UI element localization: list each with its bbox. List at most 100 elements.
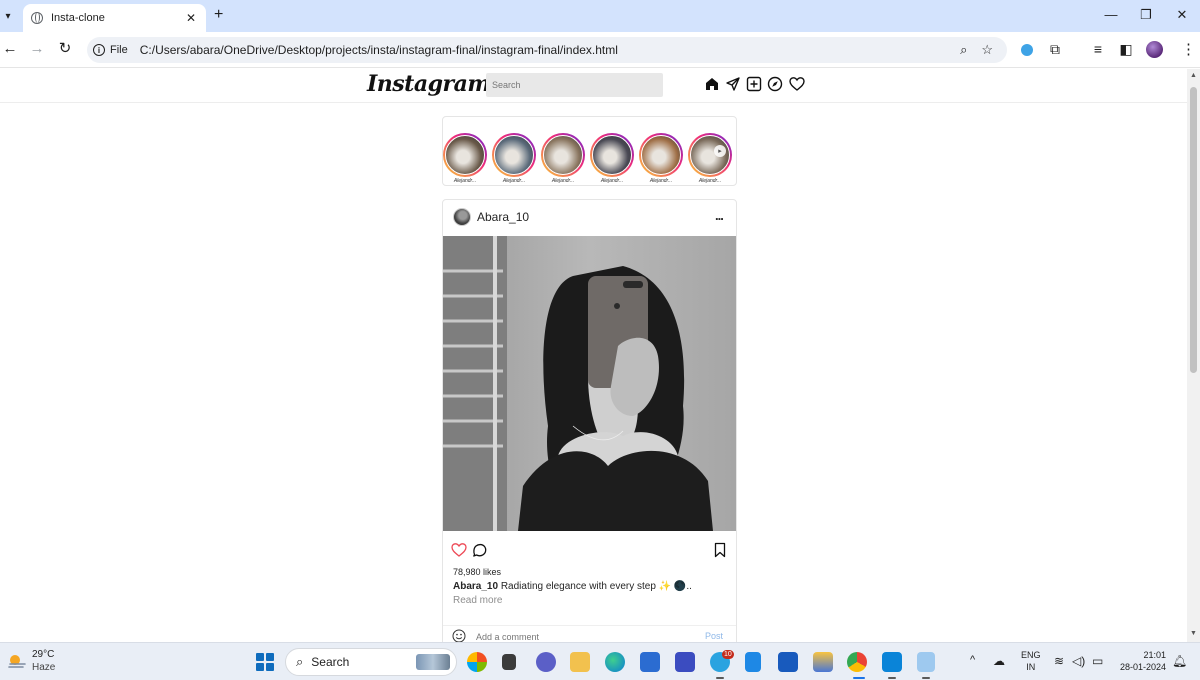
story-name: Alejandr...	[698, 178, 722, 184]
visual-studio-icon[interactable]	[675, 652, 695, 672]
scroll-up-icon[interactable]: ▲	[1190, 72, 1197, 79]
info-icon[interactable]: i	[93, 44, 105, 56]
running-indicator	[888, 677, 896, 679]
copilot-icon[interactable]	[467, 652, 487, 672]
extensions-puzzle-icon[interactable]: ⧉	[1046, 41, 1064, 58]
start-button[interactable]	[256, 653, 274, 671]
instagram-logo[interactable]: Instagram	[367, 71, 491, 97]
read-more-link[interactable]: Read more	[453, 595, 502, 606]
clock[interactable]: 21:01 28-01-2024	[1118, 649, 1166, 673]
story-name: Alejandr...	[502, 178, 526, 184]
heart-icon[interactable]	[789, 76, 805, 92]
zoom-icon[interactable]: ⌕	[960, 42, 967, 58]
store-icon[interactable]	[640, 652, 660, 672]
weather-haze-icon[interactable]	[7, 651, 27, 671]
notification-bell-icon[interactable]: 🔔︎	[1172, 654, 1187, 668]
more-options-icon[interactable]: ...	[715, 208, 724, 223]
minimize-icon[interactable]: —	[1104, 7, 1118, 22]
snipping-tool-icon[interactable]	[917, 652, 935, 672]
address-bar[interactable]: i File C:/Users/abara/OneDrive/Desktop/p…	[87, 37, 1007, 63]
extension-icon[interactable]	[1021, 44, 1033, 56]
story-avatar	[641, 135, 681, 175]
edge-icon[interactable]	[605, 652, 625, 672]
task-view-icon[interactable]	[502, 654, 516, 670]
weather-temperature[interactable]: 29°C	[32, 649, 54, 660]
reload-icon[interactable]: ↻	[57, 41, 73, 57]
post-card: Abara_10 ... 78,980 likes Abara_10 Radia…	[442, 199, 737, 642]
search-highlight-image	[416, 654, 450, 670]
weather-condition[interactable]: Haze	[32, 662, 55, 673]
restore-icon[interactable]: ❐	[1139, 7, 1153, 23]
scroll-down-icon[interactable]: ▼	[1190, 630, 1197, 637]
comment-icon[interactable]	[472, 542, 488, 558]
onedrive-icon[interactable]: ☁	[993, 654, 1005, 668]
new-post-icon[interactable]	[746, 76, 762, 92]
notification-badge: 10	[722, 650, 734, 659]
scheme-label: File	[110, 44, 128, 56]
save-bookmark-icon[interactable]	[712, 542, 728, 558]
explore-icon[interactable]	[767, 76, 783, 92]
file-explorer-icon[interactable]	[570, 652, 590, 672]
clock-date: 28-01-2024	[1119, 662, 1166, 672]
close-tab-icon[interactable]: ✕	[184, 11, 198, 25]
story-item[interactable]: Alejandr...	[492, 133, 536, 184]
story-item[interactable]: Alejandr...	[688, 133, 732, 184]
home-icon[interactable]	[704, 76, 720, 92]
story-item[interactable]: Alejandr...	[443, 133, 487, 184]
profile-avatar[interactable]	[1146, 41, 1163, 58]
tab-search-chevron-icon[interactable]: ▾	[0, 8, 16, 24]
post-image[interactable]	[443, 236, 736, 531]
bookmark-star-icon[interactable]: ☆	[981, 42, 993, 58]
story-avatar	[543, 135, 583, 175]
volume-icon[interactable]: ◁)	[1072, 654, 1085, 668]
forward-icon[interactable]: →	[29, 41, 45, 57]
search-input[interactable]	[486, 73, 663, 97]
teams-chat-icon[interactable]	[536, 652, 556, 672]
comment-input[interactable]	[476, 629, 696, 642]
comment-bar: Post	[443, 625, 736, 642]
story-avatar	[494, 135, 534, 175]
browser-menu-icon[interactable]: ⋮	[1181, 40, 1196, 58]
story-item[interactable]: Alejandr...	[590, 133, 634, 184]
battery-icon[interactable]: ▭	[1092, 654, 1103, 668]
paint-app-icon[interactable]	[813, 652, 833, 672]
window-close-icon[interactable]: ✕	[1175, 7, 1189, 23]
taskbar-search[interactable]: ⌕ Search	[285, 648, 457, 676]
story-name: Alejandr...	[453, 178, 477, 184]
tab-strip: ▾ Insta-clone ✕ + — ❐ ✕	[0, 0, 1200, 32]
post-comment-button[interactable]: Post	[705, 631, 723, 641]
post-avatar[interactable]	[453, 208, 471, 226]
back-icon[interactable]: ←	[2, 41, 18, 57]
post-actions	[443, 542, 736, 562]
post-caption: Abara_10 Radiating elegance with every s…	[453, 580, 718, 608]
post-username[interactable]: Abara_10	[477, 210, 529, 224]
search-icon: ⌕	[296, 654, 304, 669]
story-item[interactable]: Alejandr...	[639, 133, 683, 184]
page-scrollbar[interactable]: ▲ ▼	[1187, 69, 1200, 642]
browser-tab[interactable]: Insta-clone ✕	[23, 4, 206, 32]
story-item[interactable]: Alejandr...	[541, 133, 585, 184]
story-avatar	[592, 135, 632, 175]
globe-icon	[31, 12, 43, 24]
language-indicator[interactable]: ENG IN	[1021, 649, 1041, 673]
send-icon[interactable]	[725, 76, 741, 92]
url-text[interactable]: C:/Users/abara/OneDrive/Desktop/projects…	[140, 43, 960, 57]
story-name: Alejandr...	[600, 178, 624, 184]
taskbar-search-label: Search	[311, 655, 350, 669]
side-panel-icon[interactable]: ◧	[1117, 41, 1135, 58]
vscode-icon[interactable]	[882, 652, 902, 672]
scroll-thumb[interactable]	[1190, 87, 1197, 373]
chrome-icon[interactable]	[847, 652, 867, 672]
new-tab-icon[interactable]: +	[214, 6, 223, 24]
emoji-icon[interactable]	[452, 629, 466, 642]
notepad-icon[interactable]	[745, 652, 761, 672]
word-icon[interactable]	[778, 652, 798, 672]
stories-next-icon[interactable]: ▸	[714, 145, 726, 157]
story-name: Alejandr...	[649, 178, 673, 184]
page-viewport: Instagram Alejandr... Alejandr...	[0, 69, 1187, 642]
show-hidden-icons[interactable]: ^	[970, 654, 975, 666]
media-control-icon[interactable]: ≡	[1089, 41, 1107, 57]
like-heart-icon[interactable]	[451, 542, 467, 558]
caption-username[interactable]: Abara_10	[453, 581, 498, 592]
wifi-icon[interactable]: ≋	[1054, 654, 1064, 668]
